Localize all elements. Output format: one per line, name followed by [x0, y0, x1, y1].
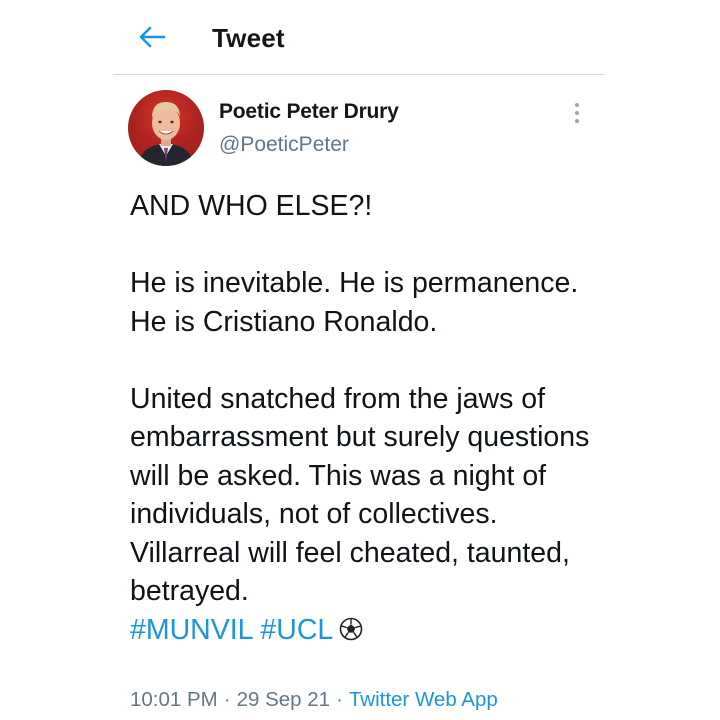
- tweet-time: 10:01 PM: [130, 688, 218, 711]
- more-options-button[interactable]: [566, 100, 588, 126]
- tweet-paragraph-3: United snatched from the jaws of embarra…: [130, 382, 590, 608]
- tweet-hashtag-line: #MUNVIL #UCL: [130, 611, 600, 650]
- tweet-date: 29 Sep 21: [236, 688, 331, 711]
- tweet-text: AND WHO ELSE?! He is inevitable. He is p…: [130, 187, 600, 649]
- page-title: Tweet: [212, 23, 285, 53]
- tweet-source-link[interactable]: Twitter Web App: [349, 688, 498, 711]
- more-vertical-icon: [575, 103, 579, 123]
- hashtag-ucl[interactable]: #UCL: [260, 614, 333, 646]
- avatar[interactable]: [128, 90, 204, 166]
- top-app-bar: Tweet: [113, 0, 605, 75]
- profile-photo: [128, 90, 204, 166]
- separator: ·: [223, 688, 231, 711]
- soccer-ball-icon: [339, 613, 363, 640]
- author-display-name[interactable]: Poetic Peter Drury: [219, 100, 399, 124]
- tweet-detail-screen: Tweet Poetic Peter Drury @PoeticPeter AN…: [0, 0, 720, 720]
- back-button[interactable]: [137, 22, 167, 52]
- arrow-left-icon: [139, 26, 166, 48]
- tweet-paragraph-2: He is inevitable. He is permanence. He i…: [130, 267, 579, 338]
- separator: ·: [336, 688, 343, 711]
- author-handle[interactable]: @PoeticPeter: [219, 133, 349, 157]
- tweet-metadata: 10:01 PM · 29 Sep 21 · Twitter Web App: [130, 688, 498, 712]
- hashtag-munvil[interactable]: #MUNVIL: [130, 614, 252, 646]
- tweet-line-1: AND WHO ELSE?!: [130, 190, 373, 222]
